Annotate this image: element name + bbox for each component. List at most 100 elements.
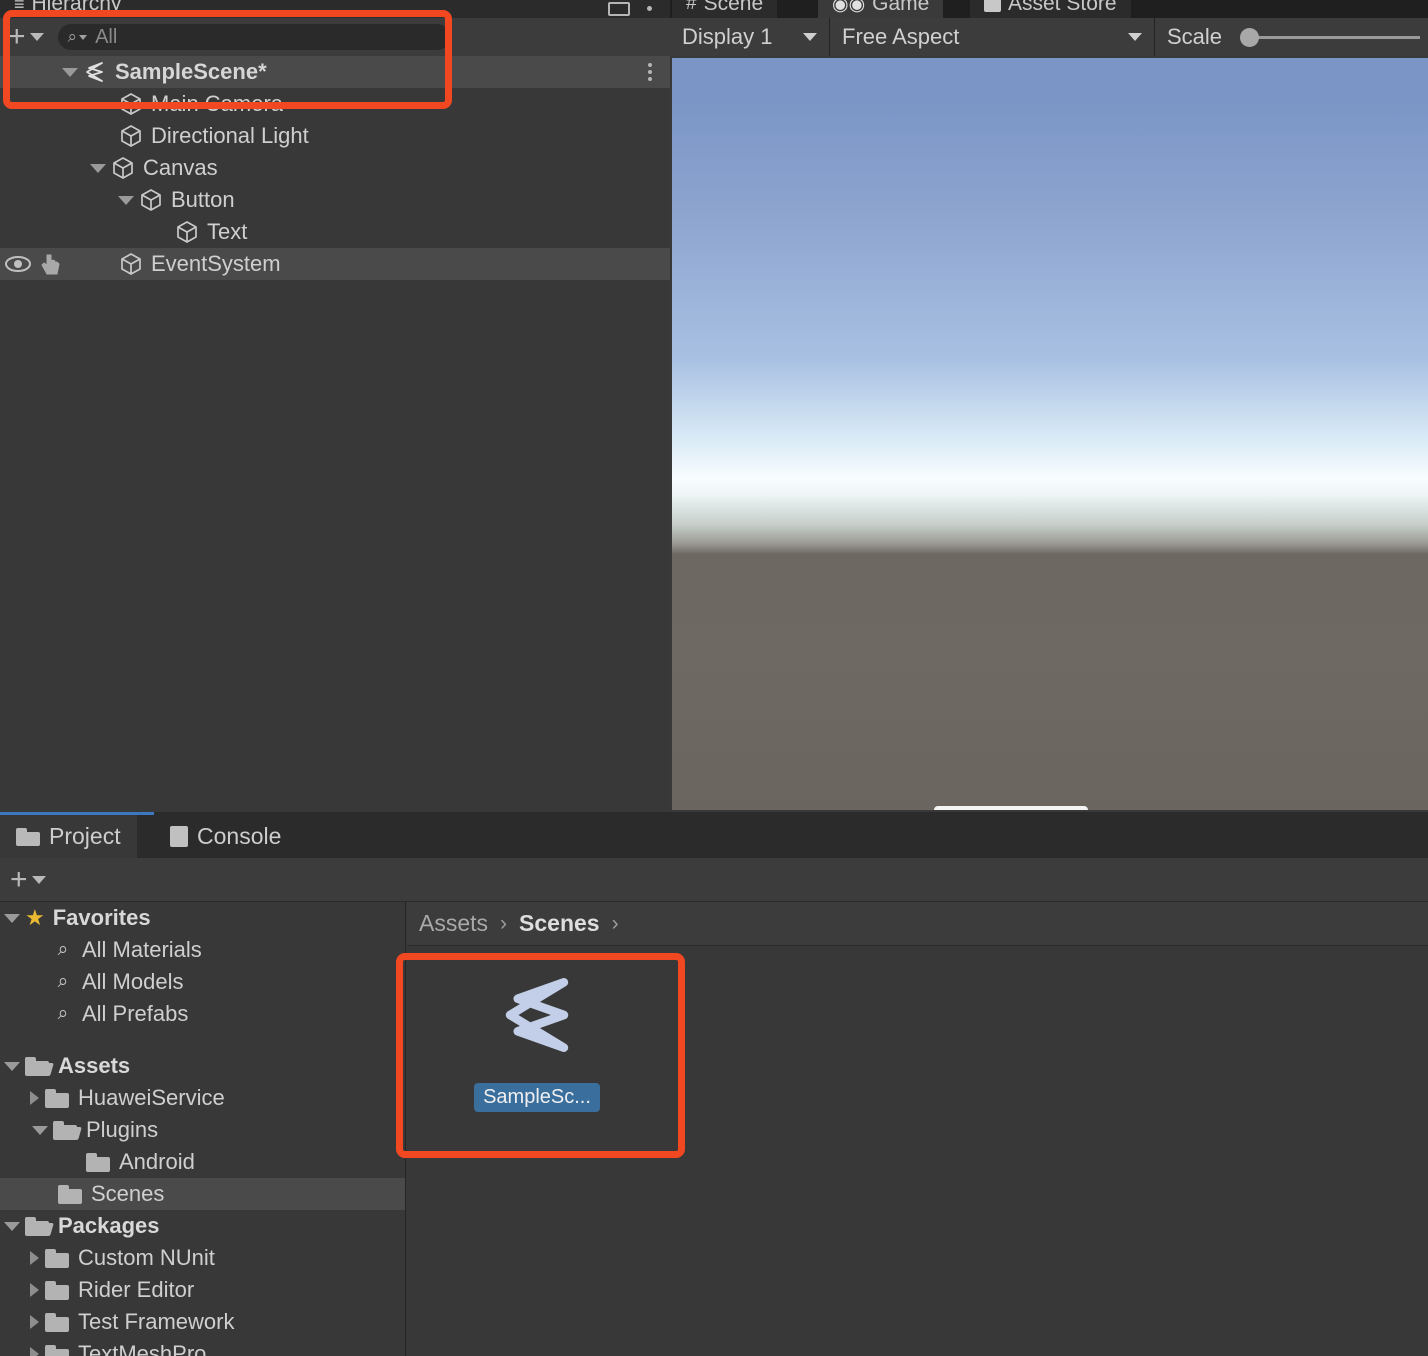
expand-twisty-icon[interactable] [30,1283,39,1297]
visibility-controls[interactable] [4,252,64,276]
folder-icon [45,1088,69,1108]
expand-twisty-icon[interactable] [90,163,106,173]
unity-scene-icon [86,62,103,82]
tab-console[interactable]: Console [154,815,298,858]
tree-item-plugins[interactable]: Plugins [0,1114,405,1146]
grid-hash-icon: # [686,0,697,14]
create-asset-button[interactable]: + [10,864,28,895]
expand-twisty-icon[interactable] [118,195,134,205]
tab-asset-store[interactable]: Asset Store [970,0,1131,20]
tab-asset-store-label: Asset Store [1008,0,1117,15]
hierarchy-item-canvas[interactable]: Canvas [0,152,670,184]
gamepad-icon: ◉◉ [832,0,866,15]
hierarchy-item-label: SampleScene* [115,59,267,84]
hierarchy-item-samplescene[interactable]: SampleScene* [0,56,670,88]
scale-slider[interactable] [1232,18,1421,56]
tree-item-packages[interactable]: Packages [0,1210,405,1242]
tab-game[interactable]: ◉◉ Game [818,0,944,20]
hand-pointer-icon[interactable] [38,252,64,276]
chevron-down-icon[interactable] [29,33,44,41]
folder-icon [86,1152,110,1172]
tree-item-all-prefabs[interactable]: ⌕ All Prefabs [0,998,405,1030]
tree-item-test-framework[interactable]: Test Framework [0,1306,405,1338]
tree-item-label: TextMeshPro [78,1341,207,1356]
folder-icon [45,1312,69,1332]
hierarchy-toolbar: + ⌕ All [0,18,670,56]
chevron-down-icon[interactable] [31,875,46,884]
hierarchy-item-text[interactable]: Text [0,216,670,248]
expand-twisty-icon[interactable] [30,1091,39,1105]
star-icon: ★ [25,905,45,930]
tab-scene[interactable]: # Scene [672,0,778,20]
hierarchy-item-label: Canvas [143,155,218,180]
tree-item-custom-nunit[interactable]: Custom NUnit [0,1242,405,1274]
tree-item-assets[interactable]: Assets [0,1050,405,1082]
expand-twisty-icon[interactable] [4,1061,20,1071]
project-toolbar: + [0,858,1428,902]
breadcrumb-assets[interactable]: Assets [419,910,488,937]
folder-icon [45,1344,69,1356]
expand-twisty-icon[interactable] [4,913,20,923]
chevron-down-icon [1128,33,1142,41]
expand-twisty-icon[interactable] [62,67,78,77]
tree-item-label: All Models [82,969,184,994]
expand-twisty-icon[interactable] [4,1221,20,1231]
ingame-button[interactable]: Button [934,806,1088,810]
expand-twisty-icon[interactable] [30,1347,39,1356]
expand-twisty-icon[interactable] [32,1125,48,1135]
tree-item-scenes[interactable]: Scenes [0,1178,405,1210]
project-content: Assets › Scenes › SampleSc... [407,902,1428,1356]
add-gameobject-button[interactable]: + [8,22,26,52]
tree-item-all-models[interactable]: ⌕ All Models [0,966,405,998]
chevron-down-icon [803,33,817,41]
game-view-toolbar: Display 1 Free Aspect Scale [670,18,1428,56]
maximize-icon[interactable] [608,2,630,16]
expand-twisty-icon[interactable] [30,1251,39,1265]
asset-item-label: SampleSc... [474,1083,600,1112]
tab-hierarchy[interactable]: ≡ Hierarchy [0,0,136,20]
list-icon: ≡ [14,0,25,14]
game-render-canvas[interactable]: Button [672,58,1428,810]
scale-slider-knob[interactable] [1240,27,1260,47]
tree-item-label: Android [119,1149,195,1174]
tree-item-label: Custom NUnit [78,1245,215,1270]
scene-context-menu-icon[interactable] [648,63,652,81]
tree-item-label: Favorites [52,905,151,930]
tree-item-all-materials[interactable]: ⌕ All Materials [0,934,405,966]
hierarchy-item-directional-light[interactable]: Directional Light [0,120,670,152]
tab-console-label: Console [197,823,282,849]
breadcrumb-scenes[interactable]: Scenes [519,910,600,937]
gameobject-cube-icon [121,125,141,147]
display-dropdown[interactable]: Display 1 [670,18,830,56]
hierarchy-item-main-camera[interactable]: Main Camera [0,88,670,120]
panel-menu-icon[interactable] [647,6,652,11]
project-tree[interactable]: ★ Favorites ⌕ All Materials ⌕ All Models… [0,902,406,1356]
tree-item-android[interactable]: Android [0,1146,405,1178]
hierarchy-tree[interactable]: SampleScene* Main Camera Directional Lig… [0,56,670,812]
tree-item-textmeshpro[interactable]: TextMeshPro [0,1338,405,1356]
tree-item-label: All Prefabs [82,1001,189,1026]
tree-item-rider-editor[interactable]: Rider Editor [0,1274,405,1306]
eye-icon[interactable] [4,254,32,274]
asset-grid[interactable]: SampleSc... [407,947,1428,1356]
breadcrumb-separator: › [611,911,619,935]
search-input[interactable]: ⌕ All [57,24,450,50]
hierarchy-item-button[interactable]: Button [0,184,670,216]
tree-item-label: Test Framework [78,1309,235,1334]
folder-icon [58,1184,82,1204]
tree-item-huaweiservice[interactable]: HuaweiService [0,1082,405,1114]
aspect-dropdown[interactable]: Free Aspect [830,18,1155,56]
breadcrumb-separator: › [500,911,508,935]
expand-twisty-icon[interactable] [30,1315,39,1329]
tab-scene-label: Scene [703,0,764,15]
scale-control: Scale [1155,18,1421,56]
tree-item-favorites[interactable]: ★ Favorites [0,902,405,934]
asset-item-samplescene[interactable]: SampleSc... [447,957,627,1132]
gameobject-cube-icon [141,189,161,211]
search-placeholder: All [95,25,118,48]
tab-project[interactable]: Project [0,815,137,858]
hierarchy-item-label: Main Camera [151,91,284,116]
scale-label: Scale [1167,24,1223,49]
hierarchy-item-eventsystem[interactable]: EventSystem [0,248,670,280]
hierarchy-item-label: Text [207,219,248,244]
